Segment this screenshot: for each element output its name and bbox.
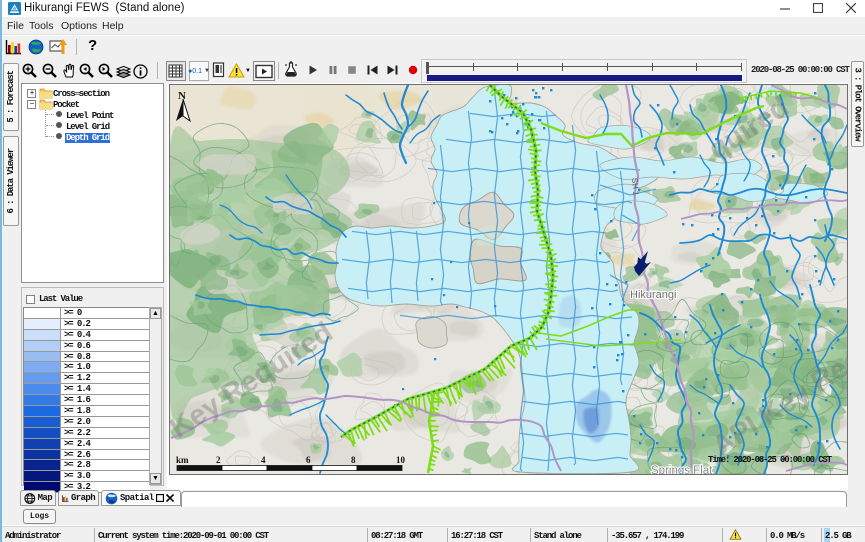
svg-text:km: km — [176, 455, 189, 465]
svg-text:SH 1: SH 1 — [630, 177, 641, 196]
svg-text:6: 6 — [306, 455, 311, 465]
svg-text:4: 4 — [261, 455, 266, 465]
svg-text:Springs Flat: Springs Flat — [651, 465, 713, 474]
svg-text:8: 8 — [351, 455, 356, 465]
svg-text:2: 2 — [216, 455, 221, 465]
svg-text:Hikurangi: Hikurangi — [630, 289, 676, 301]
svg-text:10: 10 — [396, 455, 406, 465]
svg-text:N: N — [178, 90, 186, 102]
svg-text:Time: 2020-08-25 00:00:00 CST: Time: 2020-08-25 00:00:00 CST — [708, 455, 833, 465]
